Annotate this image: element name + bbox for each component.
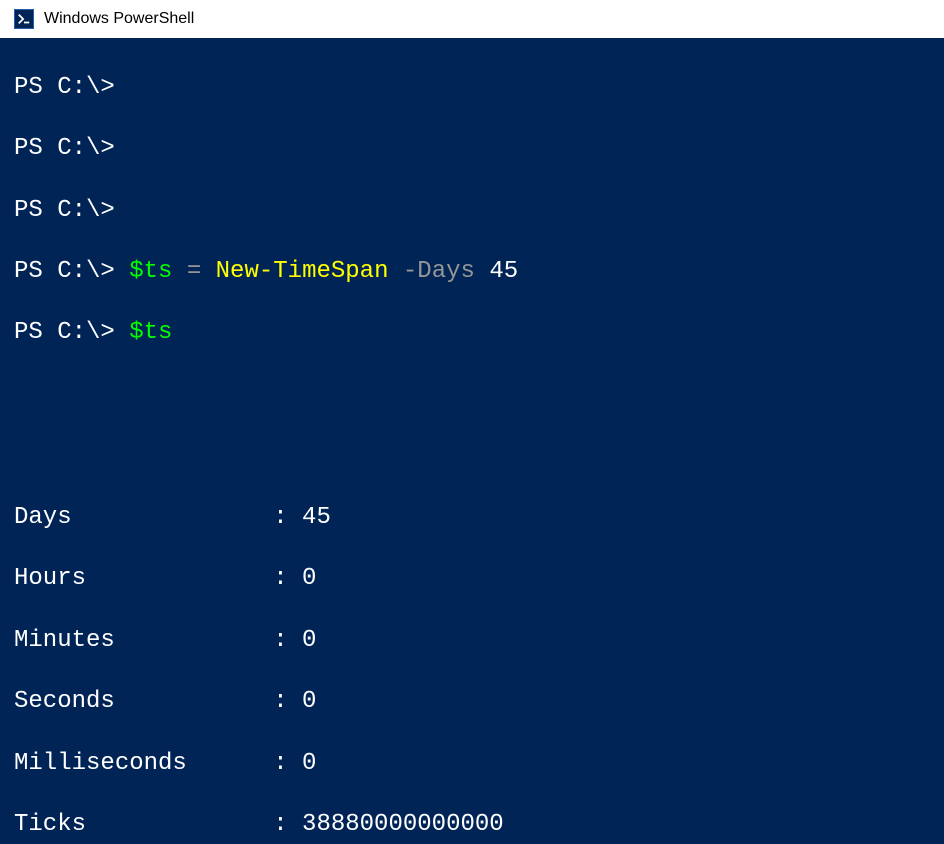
output-key: Minutes: [14, 626, 273, 657]
prompt: PS C:\>: [14, 258, 129, 285]
output-colon: :: [273, 687, 302, 718]
output-colon: :: [273, 626, 302, 657]
output-colon: :: [273, 564, 302, 595]
output-row: Milliseconds: 0: [14, 749, 930, 780]
output-colon: :: [273, 749, 302, 780]
prompt: PS C:\>: [14, 319, 129, 346]
cmdlet: New-TimeSpan: [216, 258, 389, 285]
operator: =: [172, 258, 215, 285]
terminal-body[interactable]: PS C:\> PS C:\> PS C:\> PS C:\> $ts = Ne…: [0, 38, 944, 844]
output-row: Minutes: 0: [14, 626, 930, 657]
output-value: 0: [302, 626, 316, 657]
output-value: 45: [302, 503, 331, 534]
output-row: Seconds: 0: [14, 687, 930, 718]
output-value: 0: [302, 687, 316, 718]
prompt: PS C:\>: [14, 74, 115, 101]
output-colon: :: [273, 810, 302, 841]
prompt-line: PS C:\>: [14, 73, 930, 104]
output-row: Days: 45: [14, 503, 930, 534]
parameter: -Days: [388, 258, 489, 285]
variable: $ts: [129, 319, 172, 346]
output-row: Ticks: 38880000000000: [14, 810, 930, 841]
output-colon: :: [273, 503, 302, 534]
command-line: PS C:\> $ts: [14, 318, 930, 349]
powershell-icon: [14, 9, 34, 29]
output-key: Hours: [14, 564, 273, 595]
output-key: Seconds: [14, 687, 273, 718]
output-key: Ticks: [14, 810, 273, 841]
prompt: PS C:\>: [14, 135, 115, 162]
prompt-line: PS C:\>: [14, 134, 930, 165]
window-titlebar[interactable]: Windows PowerShell: [0, 0, 944, 38]
variable: $ts: [129, 258, 172, 285]
output-row: Hours: 0: [14, 564, 930, 595]
prompt: PS C:\>: [14, 197, 115, 224]
output-value: 0: [302, 749, 316, 780]
output-key: Days: [14, 503, 273, 534]
argument: 45: [489, 258, 518, 285]
output-key: Milliseconds: [14, 749, 273, 780]
prompt-line: PS C:\>: [14, 196, 930, 227]
output-value: 38880000000000: [302, 810, 504, 841]
command-line: PS C:\> $ts = New-TimeSpan -Days 45: [14, 257, 930, 288]
blank-line: [14, 441, 930, 472]
output-value: 0: [302, 564, 316, 595]
blank-line: [14, 380, 930, 411]
window-title: Windows PowerShell: [44, 10, 194, 28]
